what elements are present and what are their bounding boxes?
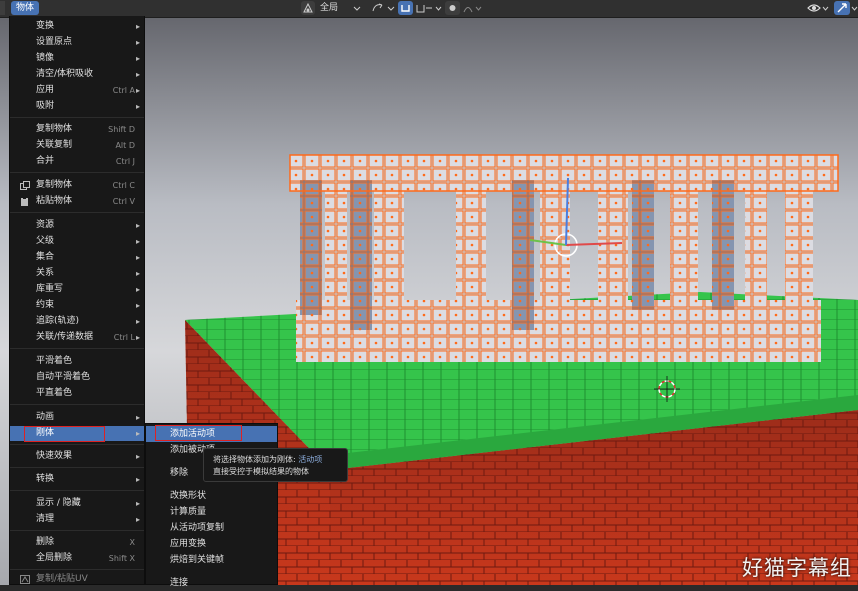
menu-separator bbox=[10, 569, 144, 570]
menu-item-shade-smooth[interactable]: 平滑着色 bbox=[10, 354, 144, 369]
menu-separator bbox=[10, 348, 144, 349]
watermark: 好猫字幕组 bbox=[742, 556, 852, 580]
menu-separator bbox=[10, 467, 144, 468]
menu-item-delete[interactable]: 删除 X bbox=[10, 535, 144, 550]
menu-separator bbox=[10, 172, 144, 173]
menu-item-apply[interactable]: 应用 Ctrl A ▸ bbox=[10, 83, 144, 98]
snap-target-icon[interactable] bbox=[415, 1, 443, 15]
visibility-eye-icon[interactable] bbox=[806, 1, 830, 15]
uv-icon bbox=[20, 575, 30, 584]
menu-item-constraint[interactable]: 约束 ▸ bbox=[10, 298, 144, 313]
menu-item-link-transfer-data[interactable]: 关联/传递数据 Ctrl L ▸ bbox=[10, 330, 144, 345]
menu-item-set-origin[interactable]: 设置原点 ▸ bbox=[10, 35, 144, 50]
proportional-editing-icon[interactable] bbox=[445, 1, 460, 15]
menu-item-quick-effects[interactable]: 快速效果 ▸ bbox=[10, 449, 144, 464]
menu-item-delete-globally[interactable]: 全局删除 Shift X bbox=[10, 551, 144, 566]
submenu-item-calculate-mass[interactable]: 计算质量 bbox=[146, 504, 277, 520]
menu-separator bbox=[10, 444, 144, 445]
submenu-item-change-shape[interactable]: 改换形状 bbox=[146, 488, 277, 504]
menu-item-duplicate-linked[interactable]: 关联复制 Alt D bbox=[10, 138, 144, 153]
tooltip-line1: 将选择物体添加为刚体: bbox=[213, 455, 296, 464]
gizmo-toggle-icon[interactable] bbox=[834, 1, 850, 15]
submenu-item-connect[interactable]: 连接 bbox=[146, 575, 277, 591]
chevron-down-icon[interactable] bbox=[352, 1, 362, 15]
copy-icon bbox=[20, 181, 30, 190]
gizmo-chevron-icon[interactable] bbox=[851, 1, 858, 15]
menu-item-shade-flat[interactable]: 平直着色 bbox=[10, 386, 144, 401]
tooltip-highlight: 活动项 bbox=[298, 455, 323, 464]
header-edge bbox=[0, 1, 5, 15]
menu-item-parent[interactable]: 父级 ▸ bbox=[10, 234, 144, 249]
submenu-item-add-active[interactable]: 添加活动项 bbox=[146, 426, 277, 442]
transform-orientation-icon[interactable] bbox=[301, 1, 315, 15]
menu-separator bbox=[10, 530, 144, 531]
menu-item-duplicate[interactable]: 复制物体 Shift D bbox=[10, 122, 144, 137]
menu-item-shade-auto-smooth[interactable]: 自动平滑着色 bbox=[10, 370, 144, 385]
menu-separator bbox=[10, 212, 144, 213]
menu-separator bbox=[10, 404, 144, 405]
menu-item-join[interactable]: 合并 Ctrl J bbox=[10, 154, 144, 169]
falloff-icon[interactable] bbox=[462, 1, 486, 15]
menu-item-collection[interactable]: 集合 ▸ bbox=[10, 250, 144, 265]
transform-orientation-label[interactable]: 全局 bbox=[320, 1, 338, 15]
menu-item-clear[interactable]: 清空/体积吸收 ▸ bbox=[10, 67, 144, 82]
menu-item-transform[interactable]: 变换 ▸ bbox=[10, 19, 144, 34]
paste-icon bbox=[20, 197, 30, 206]
submenu-item-apply-transformation[interactable]: 应用变换 bbox=[146, 536, 277, 552]
object-menu-button[interactable]: 物体 bbox=[11, 1, 40, 15]
menu-item-mirror[interactable]: 镜像 ▸ bbox=[10, 51, 144, 66]
tooltip: 将选择物体添加为刚体: 活动项 直接受控于模拟结果的物体 bbox=[203, 448, 348, 482]
menu-item-rigid-body[interactable]: 刚体 ▸ bbox=[10, 426, 144, 441]
submenu-item-copy-from-active[interactable]: 从活动项复制 bbox=[146, 520, 277, 536]
menu-separator bbox=[10, 490, 144, 491]
menu-item-paste-objects[interactable]: 粘贴物体 Ctrl V bbox=[10, 194, 144, 209]
tooltip-line2: 直接受控于模拟结果的物体 bbox=[213, 467, 309, 476]
submenu-item-bake-to-keyframes[interactable]: 烘焙到关键帧 bbox=[146, 552, 277, 568]
object-menu: 变换 ▸ 设置原点 ▸ 镜像 ▸ 清空/体积吸收 ▸ 应用 Ctrl A ▸ 吸附 ▸ 复制物… bbox=[9, 16, 145, 585]
menu-item-track[interactable]: 追踪(轨迹) ▸ bbox=[10, 314, 144, 329]
menu-item-snap[interactable]: 吸附 ▸ bbox=[10, 99, 144, 114]
menu-item-clean-up[interactable]: 清理 ▸ bbox=[10, 512, 144, 527]
menu-separator bbox=[10, 117, 144, 118]
snap-toggle-icon[interactable] bbox=[398, 1, 413, 15]
menu-item-convert[interactable]: 转换 ▸ bbox=[10, 472, 144, 487]
pivot-point-icon[interactable] bbox=[370, 1, 396, 15]
menu-item-copy-objects[interactable]: 复制物体 Ctrl C bbox=[10, 178, 144, 193]
menu-item-asset[interactable]: 资源 ▸ bbox=[10, 218, 144, 233]
menu-item-relations[interactable]: 关系 ▸ bbox=[10, 266, 144, 281]
menu-item-show-hide[interactable]: 显示 / 隐藏 ▸ bbox=[10, 496, 144, 511]
menu-item-library-override[interactable]: 库重写 ▸ bbox=[10, 282, 144, 297]
menu-item-animation[interactable]: 动画 ▸ bbox=[10, 410, 144, 425]
